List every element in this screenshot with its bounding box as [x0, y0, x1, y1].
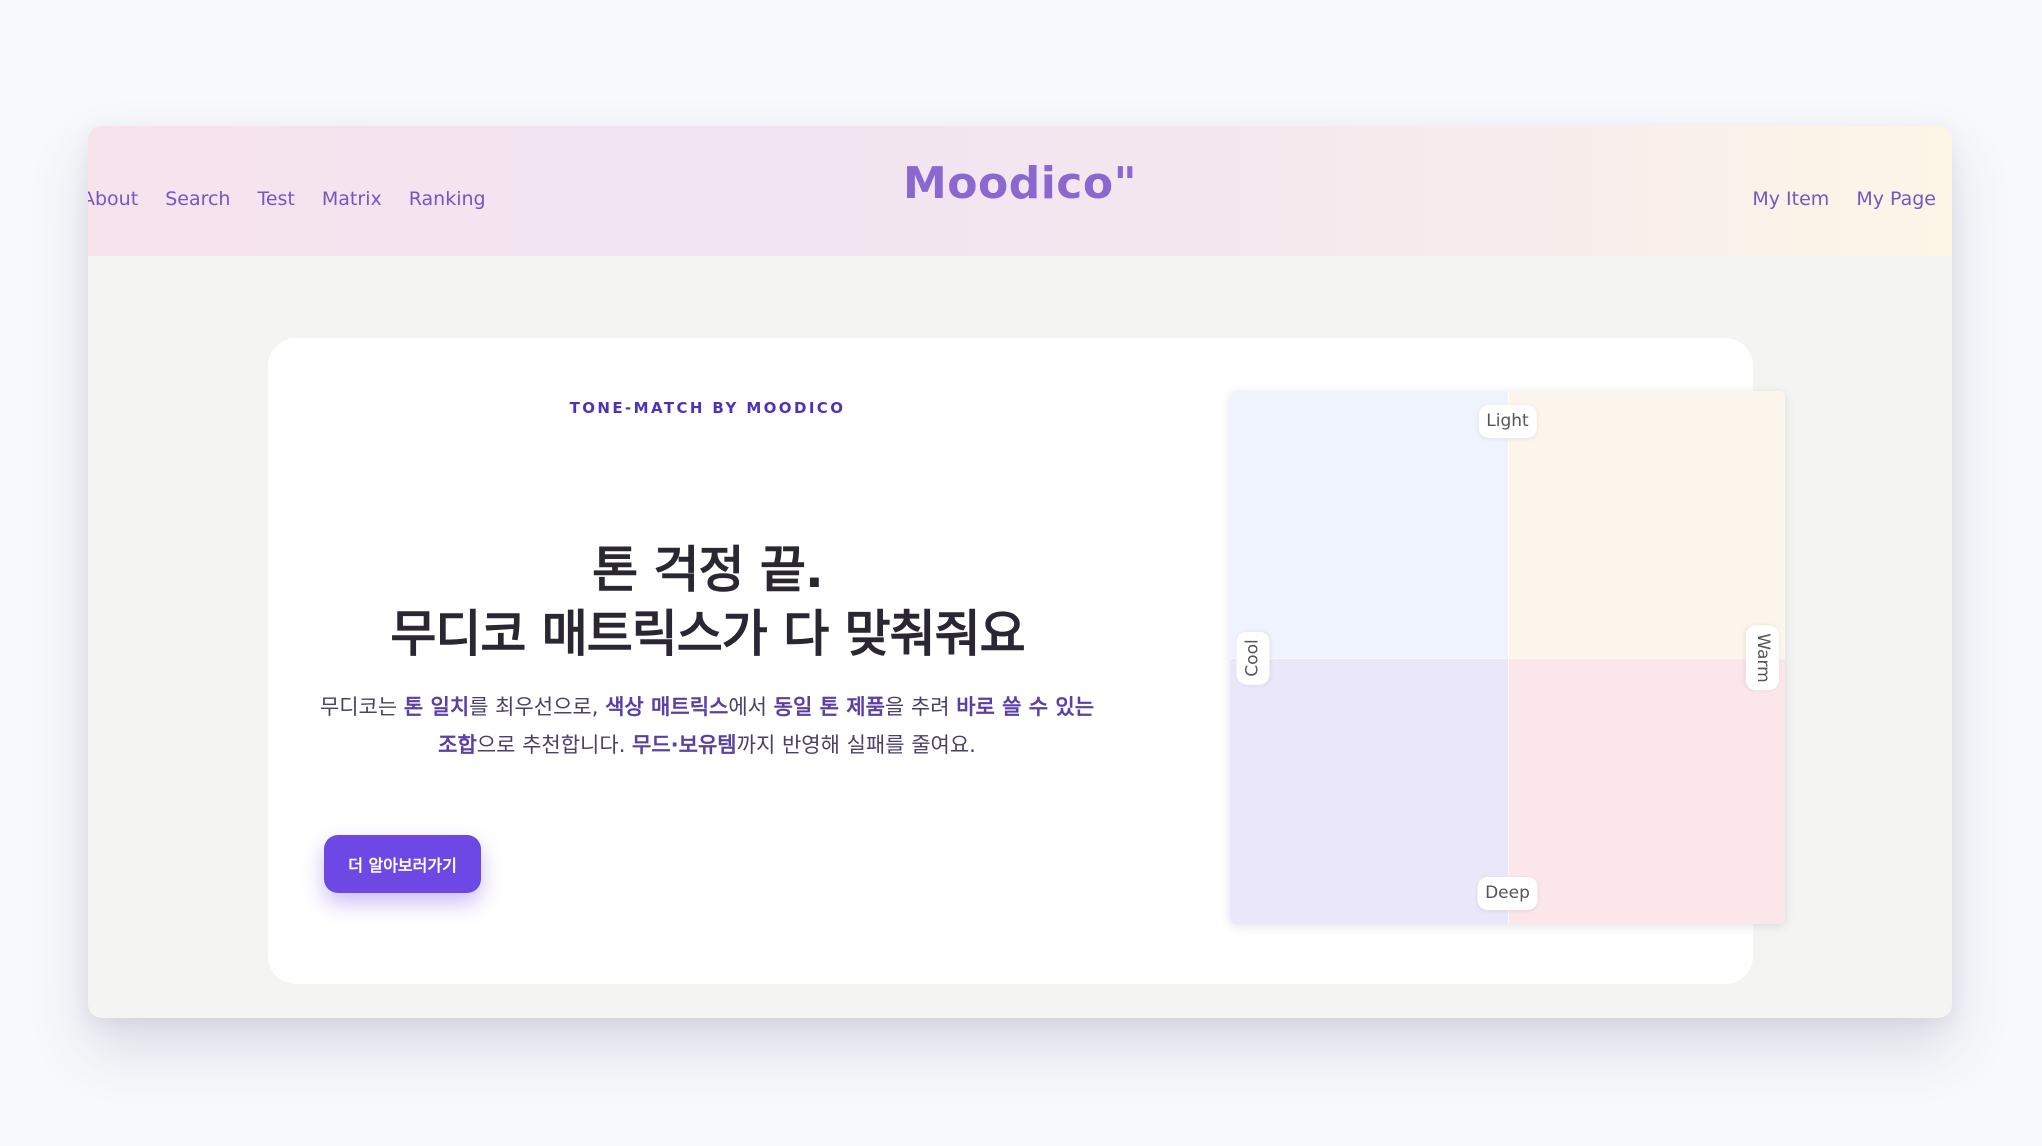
nav-my-item-link[interactable]: My Item — [1752, 190, 1829, 209]
axis-label-deep: Deep — [1477, 877, 1538, 910]
matrix-vertical-axis — [1507, 391, 1509, 924]
quadrant-warm-deep[interactable] — [1507, 657, 1785, 924]
hero-headline-line2: 무디코 매트릭스가 다 맞춰줘요 — [390, 605, 1025, 663]
hero-headline-line1: 톤 걱정 끝. — [592, 541, 824, 599]
browser-window: About Search Test Matrix Ranking Moodico… — [88, 126, 1952, 1018]
desc-text-5: 으로 추천합니다. — [476, 733, 633, 757]
tone-matrix[interactable]: Light Deep Cool Warm — [1230, 391, 1785, 924]
axis-label-cool: Cool — [1236, 630, 1270, 685]
learn-more-button[interactable]: 더 알아보러가기 — [324, 835, 481, 893]
axis-label-warm: Warm — [1745, 624, 1779, 691]
desc-text-4: 을 추려 — [884, 695, 957, 719]
desc-highlight-same-tone: 동일 톤 제품 — [773, 695, 885, 719]
desc-text-6: 까지 반영해 실패를 줄여요. — [736, 733, 976, 757]
site-header: About Search Test Matrix Ranking Moodico… — [88, 126, 1952, 256]
nav-my-page-link[interactable]: My Page — [1856, 190, 1936, 209]
axis-label-light: Light — [1478, 405, 1537, 438]
hero-eyebrow: TONE-MATCH BY MOODICO — [569, 399, 846, 417]
desc-text-1: 무디코는 — [319, 695, 404, 719]
hero-headline: 톤 걱정 끝. 무디코 매트릭스가 다 맞춰줘요 — [268, 538, 1147, 666]
desc-highlight-color-matrix: 색상 매트릭스 — [605, 695, 729, 719]
desc-text-3: 에서 — [728, 695, 774, 719]
quadrant-cool-light[interactable] — [1230, 391, 1508, 658]
hero-description: 무디코는 톤 일치를 최우선으로, 색상 매트릭스에서 동일 톤 제품을 추려 … — [312, 688, 1102, 764]
desc-highlight-tone-match: 톤 일치 — [403, 695, 470, 719]
quadrant-warm-light[interactable] — [1507, 391, 1785, 658]
desc-highlight-mood-items: 무드·보유템 — [632, 733, 737, 757]
brand-logo[interactable]: Moodico" — [88, 162, 1952, 206]
hero-card: TONE-MATCH BY MOODICO 톤 걱정 끝. 무디코 매트릭스가 … — [268, 338, 1785, 984]
account-nav: My Item My Page — [1752, 190, 1936, 209]
desc-text-2: 를 최우선으로, — [469, 695, 606, 719]
quadrant-cool-deep[interactable] — [1230, 657, 1508, 924]
